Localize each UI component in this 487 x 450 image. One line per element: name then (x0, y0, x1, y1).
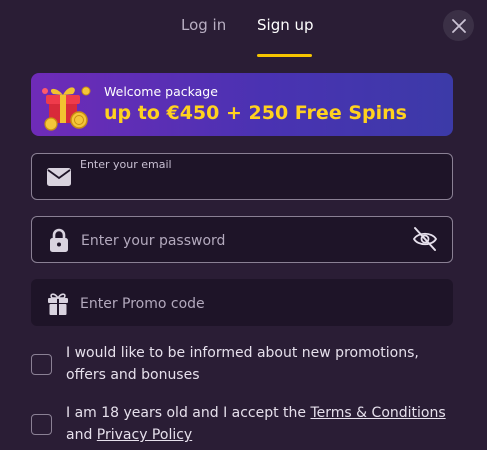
promo-code-input[interactable] (78, 292, 402, 316)
privacy-policy-link[interactable]: Privacy Policy (97, 427, 192, 443)
age-terms-consent-text: I am 18 years old and I accept the Terms… (66, 402, 456, 446)
password-field[interactable] (31, 216, 453, 263)
signup-modal: Log in Sign up Welcome package up to €45… (0, 0, 487, 450)
gift-icon (45, 290, 71, 316)
age-terms-consent-checkbox[interactable] (31, 414, 52, 435)
password-visibility-toggle[interactable] (412, 226, 438, 252)
tab-signup[interactable]: Sign up (257, 16, 314, 34)
age-consent-text-before: I am 18 years old and I accept the (66, 405, 311, 421)
promo-code-field[interactable] (31, 279, 453, 326)
email-field[interactable]: Enter your email (31, 153, 453, 200)
gift-coins-icon (42, 86, 91, 131)
welcome-banner[interactable]: Welcome package up to €450 + 250 Free Sp… (31, 73, 453, 136)
close-button[interactable] (443, 10, 474, 41)
email-label: Enter your email (80, 158, 172, 171)
close-icon (451, 18, 466, 33)
email-input[interactable] (79, 174, 403, 196)
envelope-icon (46, 164, 72, 190)
auth-tabs: Log in Sign up (0, 0, 487, 58)
eye-off-icon (412, 227, 438, 251)
promotions-consent-checkbox[interactable] (31, 354, 52, 375)
tab-login[interactable]: Log in (181, 16, 226, 34)
age-consent-text-middle: and (66, 427, 97, 443)
password-input[interactable] (79, 229, 403, 253)
banner-headline: up to €450 + 250 Free Spins (104, 102, 407, 124)
lock-icon (46, 227, 72, 253)
promotions-consent-text: I would like to be informed about new pr… (66, 345, 419, 383)
active-tab-indicator (257, 54, 312, 57)
banner-subtitle: Welcome package (104, 84, 218, 99)
terms-conditions-link[interactable]: Terms & Conditions (311, 405, 446, 421)
